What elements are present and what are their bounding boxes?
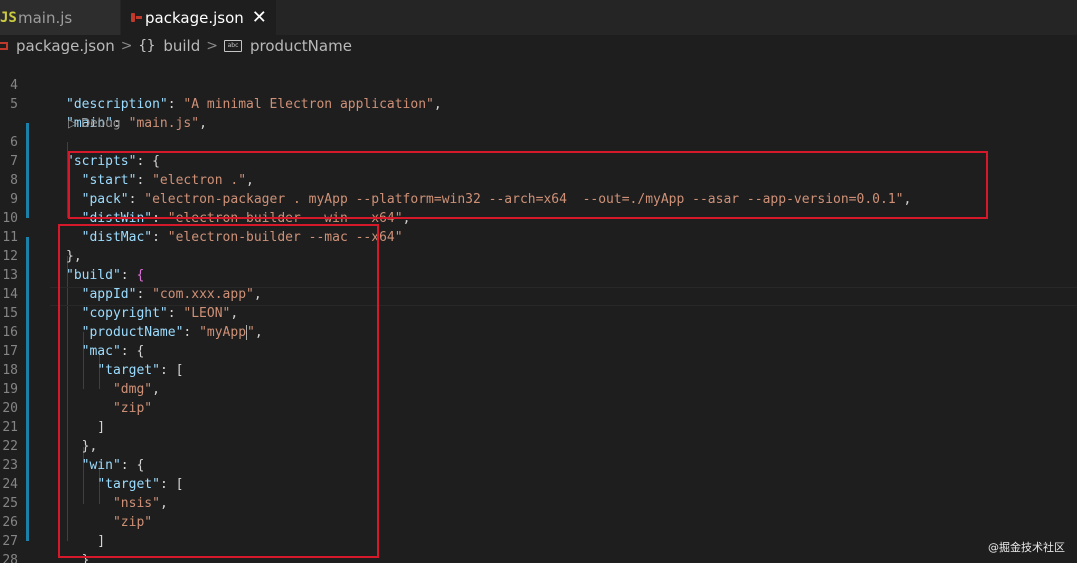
code-line: 25 "zip": [0, 475, 1077, 530]
line-number: 28: [2, 553, 18, 563]
code-line: 4 "description": "A minimal Electron app…: [0, 57, 1077, 112]
code-line: 11 },: [0, 209, 1077, 264]
code-line: 13 "appId": "com.xxx.app",: [0, 247, 1077, 302]
object-braces-icon: {}: [138, 38, 156, 54]
codelens-line: ▷ Debug: [0, 95, 1077, 130]
code-line: 5 "main": "main.js",: [0, 76, 1077, 131]
breadcrumb-product-name-label: productName: [249, 37, 352, 55]
code-line: 22 "win": {: [0, 418, 1077, 473]
breadcrumb-file-label: package.json: [16, 37, 115, 55]
npm-package-icon: [131, 13, 142, 22]
code-line: 8 "pack": "electron-packager . myApp --p…: [0, 152, 1077, 207]
code-line: 16 "mac": {: [0, 304, 1077, 359]
tab-package-json[interactable]: package.json ✕: [120, 0, 276, 35]
breadcrumb-build[interactable]: {} build: [139, 37, 201, 55]
npm-package-icon: [0, 42, 8, 50]
tab-main-js[interactable]: JS main.js: [0, 0, 120, 35]
code-line: 23 "target": [: [0, 437, 1077, 492]
tab-label: package.json: [145, 8, 244, 27]
code-editor[interactable]: 4 "description": "A minimal Electron app…: [0, 57, 1077, 563]
code-line: 28 },: [0, 532, 1077, 563]
code-line: 7 "start": "electron .",: [0, 133, 1077, 188]
code-line: 27 }: [0, 513, 1077, 563]
code-line: 15 "productName": "myApp",: [0, 285, 1077, 340]
breadcrumb-build-label: build: [163, 37, 201, 55]
javascript-file-icon: JS: [0, 9, 17, 26]
code-line: 12 "build": {: [0, 228, 1077, 283]
code-line: 20 ]: [0, 380, 1077, 435]
chevron-right-icon: >: [120, 38, 133, 54]
code-line: 9 "distWin": "electron-builder --win --x…: [0, 171, 1077, 226]
watermark: @掘金技术社区: [988, 541, 1065, 554]
chevron-right-icon: >: [206, 38, 218, 54]
string-property-icon: abc: [223, 40, 242, 52]
code-line: 18 "dmg",: [0, 342, 1077, 397]
code-line: 24 "nsis",: [0, 456, 1077, 511]
code-line: 14 "copyright": "LEON",: [0, 266, 1077, 321]
breadcrumb-product-name[interactable]: abc productName: [223, 37, 352, 55]
breadcrumb-file[interactable]: package.json: [0, 37, 115, 55]
code-line: 6 "scripts": {: [0, 114, 1077, 169]
code-line: 26 ]: [0, 494, 1077, 549]
code-line: 10 "distMac": "electron-builder --mac --…: [0, 190, 1077, 245]
tab-label: main.js: [18, 8, 73, 27]
code-line: 19 "zip": [0, 361, 1077, 416]
code-line: 17 "target": [: [0, 323, 1077, 378]
tab-bar: JS main.js package.json ✕: [0, 0, 1077, 35]
breadcrumb: package.json > {} build > abc productNam…: [0, 35, 1077, 57]
code-line: 21 },: [0, 399, 1077, 454]
close-icon[interactable]: ✕: [252, 8, 267, 27]
